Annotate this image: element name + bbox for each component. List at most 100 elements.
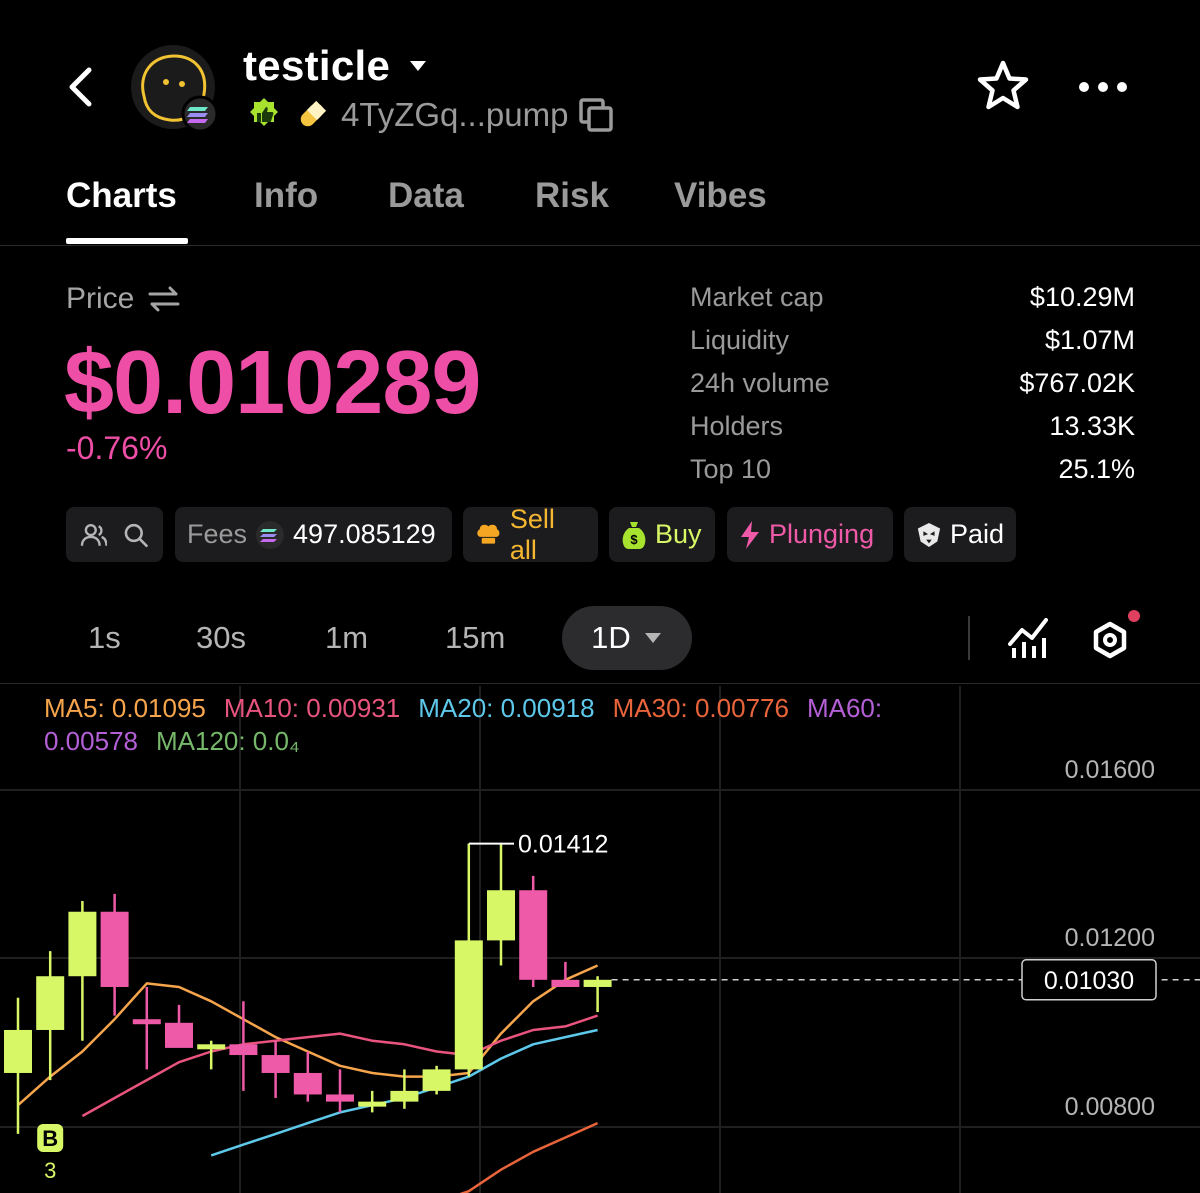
price-value: $0.010289 [64, 333, 481, 433]
lightning-icon [741, 520, 759, 549]
stat-label: 24h volume [690, 368, 830, 398]
candle-body [68, 911, 97, 977]
candle-body [583, 979, 612, 987]
timeframe-bar: 1s 30s 1m 15m 1D [0, 600, 1200, 684]
paid-chip[interactable]: Paid [904, 507, 1016, 562]
holders-search-chip[interactable] [66, 507, 163, 562]
ma120-label: MA120: 0.0₄ [155, 726, 300, 756]
candle-body [293, 1072, 322, 1095]
solana-icon [187, 107, 208, 123]
caret-down-icon[interactable] [408, 59, 428, 73]
high-price-label: 0.01412 [518, 831, 608, 859]
ma10-label: MA10: 0.00931 [223, 693, 401, 723]
fees-chip[interactable]: Fees 497.085129 [175, 507, 452, 562]
settings-hexagon-icon [1093, 610, 1140, 659]
thumbs-up-badge-icon [250, 98, 278, 126]
token-name[interactable]: testicle [243, 42, 390, 90]
stat-24h-volume: 24h volume $767.02K [690, 362, 1135, 405]
candle-body [4, 1029, 32, 1073]
candle [68, 900, 97, 1041]
stat-label: Holders [690, 411, 784, 441]
caret-down-icon [644, 633, 661, 643]
candle-body [454, 940, 483, 1070]
stat-liquidity: Liquidity $1.07M [690, 319, 1135, 362]
candlestick-chart[interactable]: 0.01600 0.01200 0.00800 0.014120.01030B3 [0, 686, 1200, 1193]
stat-top-10: Top 10 25.1% [690, 448, 1135, 491]
sell-all-chip[interactable]: Sell all [463, 504, 598, 565]
search-icon[interactable] [123, 522, 149, 548]
timeframe-30s[interactable]: 30s [196, 620, 246, 656]
toolbar-divider [968, 616, 970, 660]
tab-info[interactable]: Info [254, 176, 318, 216]
eagle-icon [917, 522, 941, 547]
candle-body [261, 1055, 290, 1073]
price-change: -0.76% [66, 430, 168, 466]
active-tab-indicator [66, 238, 188, 244]
more-horizontal-icon [1079, 82, 1127, 92]
tab-charts[interactable]: Charts [66, 176, 177, 216]
copy-icon[interactable] [578, 97, 614, 133]
more-options-button[interactable] [1075, 70, 1131, 104]
candle [36, 951, 65, 1081]
svg-text:$: $ [630, 532, 638, 547]
candle-body [165, 1022, 193, 1048]
candle-body [132, 1019, 161, 1025]
chart-annotations: 0.014120.01030B3 [37, 831, 1200, 1183]
candle [358, 1090, 387, 1113]
money-bag-icon: $ [622, 521, 646, 549]
price-label-row[interactable]: Price [66, 282, 180, 316]
candle-body [390, 1090, 419, 1102]
users-icon[interactable] [80, 522, 108, 548]
candle-body [422, 1069, 451, 1091]
buy-marker: B3 [37, 1124, 64, 1183]
ma30-label: MA30: 0.00776 [612, 693, 789, 723]
ma-legend: MA5: 0.01095 MA10: 0.00931 MA20: 0.00918 MA… [44, 692, 964, 758]
notification-dot [1128, 610, 1140, 622]
buy-marker-count: 3 [44, 1158, 56, 1183]
candle [165, 1004, 193, 1048]
chevron-left-icon [69, 67, 92, 107]
ma5-label: MA5: 0.01095 [44, 693, 206, 723]
buy-label: Buy [655, 519, 702, 549]
y-tick-label: 0.01600 [1065, 756, 1155, 784]
back-button[interactable] [60, 62, 100, 112]
plunging-chip[interactable]: Plunging [727, 507, 893, 562]
stat-label: Market cap [690, 282, 824, 312]
price-label: Price [66, 282, 135, 315]
y-tick-label: 0.01200 [1065, 924, 1155, 952]
timeframe-15m[interactable]: 15m [445, 620, 505, 656]
plunging-label: Plunging [769, 519, 875, 549]
candle-body [487, 890, 515, 941]
fees-label: Fees [187, 519, 248, 549]
pill-icon [300, 100, 327, 127]
candle [454, 843, 483, 1077]
buy-chip[interactable]: $ Buy [609, 507, 715, 562]
star-icon [977, 60, 1029, 110]
candle-body [36, 976, 65, 1030]
candle [4, 997, 32, 1134]
y-tick-label: 0.00800 [1065, 1093, 1155, 1121]
tab-data[interactable]: Data [388, 176, 464, 216]
indicators-button[interactable] [1006, 614, 1052, 660]
candle-body [326, 1094, 354, 1102]
timeframe-selector[interactable]: 1D [562, 606, 692, 670]
timeframe-1s[interactable]: 1s [88, 620, 121, 656]
candle [100, 893, 129, 1016]
tab-vibes[interactable]: Vibes [674, 176, 767, 216]
y-axis: 0.01600 0.01200 0.00800 [1065, 756, 1155, 1121]
candle [422, 1065, 451, 1095]
candle-body [551, 979, 580, 987]
chart-settings-button[interactable] [1086, 610, 1142, 666]
candle-body [100, 911, 129, 987]
token-stats: Market cap $10.29M Liquidity $1.07M 24h vo… [690, 276, 1135, 491]
candle [132, 986, 161, 1070]
fees-value: 497.085129 [293, 519, 436, 549]
swap-arrows-icon[interactable] [148, 286, 180, 312]
candle [326, 1069, 354, 1113]
candles [4, 843, 612, 1134]
tab-risk[interactable]: Risk [535, 176, 609, 216]
solana-icon [256, 520, 285, 549]
timeframe-1m[interactable]: 1m [325, 620, 368, 656]
favorite-button[interactable] [975, 58, 1031, 114]
chef-hat-icon [477, 524, 500, 544]
